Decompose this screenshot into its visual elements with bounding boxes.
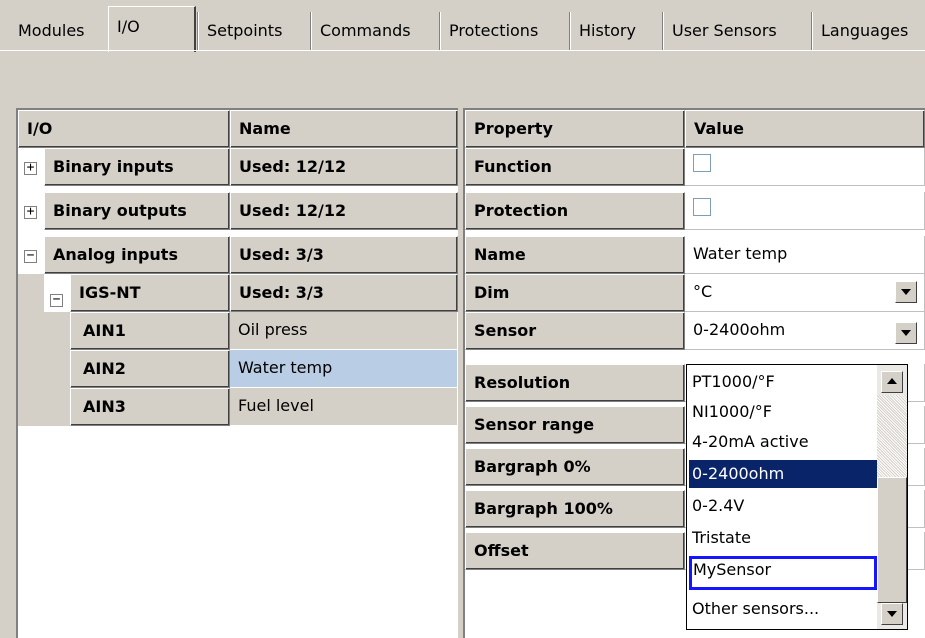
property-value-sensor[interactable]: 0-2400ohm [685,312,925,350]
property-label-protection: Protection [465,192,685,230]
tab-modules[interactable]: Modules [10,12,93,50]
collapse-icon[interactable]: − [24,249,37,263]
tree-row-binary-outputs[interactable]: Binary outputs [44,192,230,230]
collapse-icon[interactable]: − [50,293,63,307]
tree-row-igs-nt[interactable]: IGS-NT [70,274,230,312]
property-label-offset: Offset [465,532,685,570]
property-value-name[interactable]: Water temp [685,236,925,274]
dropdown-option[interactable]: PT1000/°F [689,368,877,396]
tree-row-value: Used: 3/3 [230,274,458,312]
property-column-header[interactable]: Property [465,110,685,148]
property-label-dim: Dim [465,274,685,312]
io-tree-panel[interactable]: I/O Name + Binary inputs Used: 12/12 + B… [16,108,458,638]
name-column-header[interactable]: Name [230,110,458,148]
sensor-value: 0-2400ohm [693,320,786,339]
tree-row-ain1[interactable]: AIN1 [70,312,230,350]
tab-history[interactable]: History [569,12,644,50]
chevron-down-icon [887,611,897,617]
tab-languages[interactable]: Languages [810,12,916,50]
expand-icon[interactable]: + [24,161,37,175]
tree-indent-guide [18,274,45,426]
scroll-up-button[interactable] [881,371,903,393]
tree-row-name-field-selected[interactable]: Water temp [230,350,458,388]
tree-row-value: Used: 12/12 [230,148,458,186]
chevron-down-icon [901,289,911,295]
property-label-bargraph-100: Bargraph 100% [465,490,685,528]
tree-row-analog-inputs[interactable]: Analog inputs [44,236,230,274]
expand-icon[interactable]: + [24,205,37,219]
property-value-function[interactable] [685,148,925,186]
sensor-dropdown-button[interactable] [895,322,917,344]
tree-row-value: Used: 12/12 [230,192,458,230]
io-column-header[interactable]: I/O [18,110,230,148]
property-label-resolution: Resolution [465,364,685,402]
tab-commands[interactable]: Commands [310,12,419,50]
dim-dropdown-button[interactable] [895,281,917,303]
scroll-track[interactable] [877,395,907,477]
chevron-down-icon [901,330,911,336]
dropdown-option[interactable]: Other sensors... [689,595,877,623]
dropdown-option[interactable]: Tristate [689,524,877,552]
property-label-function: Function [465,148,685,186]
chevron-up-icon [887,378,897,384]
tree-row-ain3[interactable]: AIN3 [70,388,230,426]
property-label-sensor-range: Sensor range [465,406,685,444]
tab-setpoints[interactable]: Setpoints [196,12,290,50]
dropdown-option[interactable]: 0-2.4V [689,492,877,520]
tab-user-sensors[interactable]: User Sensors [662,12,785,50]
dropdown-option[interactable]: NI1000/°F [689,398,877,426]
property-label-name: Name [465,236,685,274]
dim-value: °C [693,282,713,301]
property-label-bargraph-0: Bargraph 0% [465,448,685,486]
property-value-dim[interactable]: °C [685,274,925,312]
tree-row-name-field[interactable]: Oil press [230,312,458,350]
tab-protections[interactable]: Protections [438,12,546,50]
dropdown-scrollbar[interactable] [877,365,907,629]
tree-row-value: Used: 3/3 [230,236,458,274]
dropdown-option[interactable]: 4-20mA active [689,428,877,456]
dropdown-option-highlighted[interactable]: MySensor [689,556,877,590]
tabs-divider [0,50,925,51]
tree-row-ain2[interactable]: AIN2 [70,350,230,388]
tree-indent-guide [44,312,71,426]
scroll-thumb[interactable] [877,477,907,603]
property-value-protection[interactable] [685,192,925,230]
tab-io[interactable]: I/O [108,6,196,52]
dropdown-option-selected[interactable]: 0-2400ohm [689,460,877,488]
tree-row-name-field[interactable]: Fuel level [230,388,458,426]
scroll-down-button[interactable] [881,603,903,625]
protection-checkbox[interactable] [693,198,711,216]
property-label-sensor: Sensor [465,312,685,350]
function-checkbox[interactable] [693,154,711,172]
tab-bar: Modules I/O Setpoints Commands Protectio… [0,0,925,52]
sensor-dropdown-list[interactable]: PT1000/°F NI1000/°F 4-20mA active 0-2400… [686,364,908,630]
tree-row-binary-inputs[interactable]: Binary inputs [44,148,230,186]
value-column-header[interactable]: Value [685,110,925,148]
